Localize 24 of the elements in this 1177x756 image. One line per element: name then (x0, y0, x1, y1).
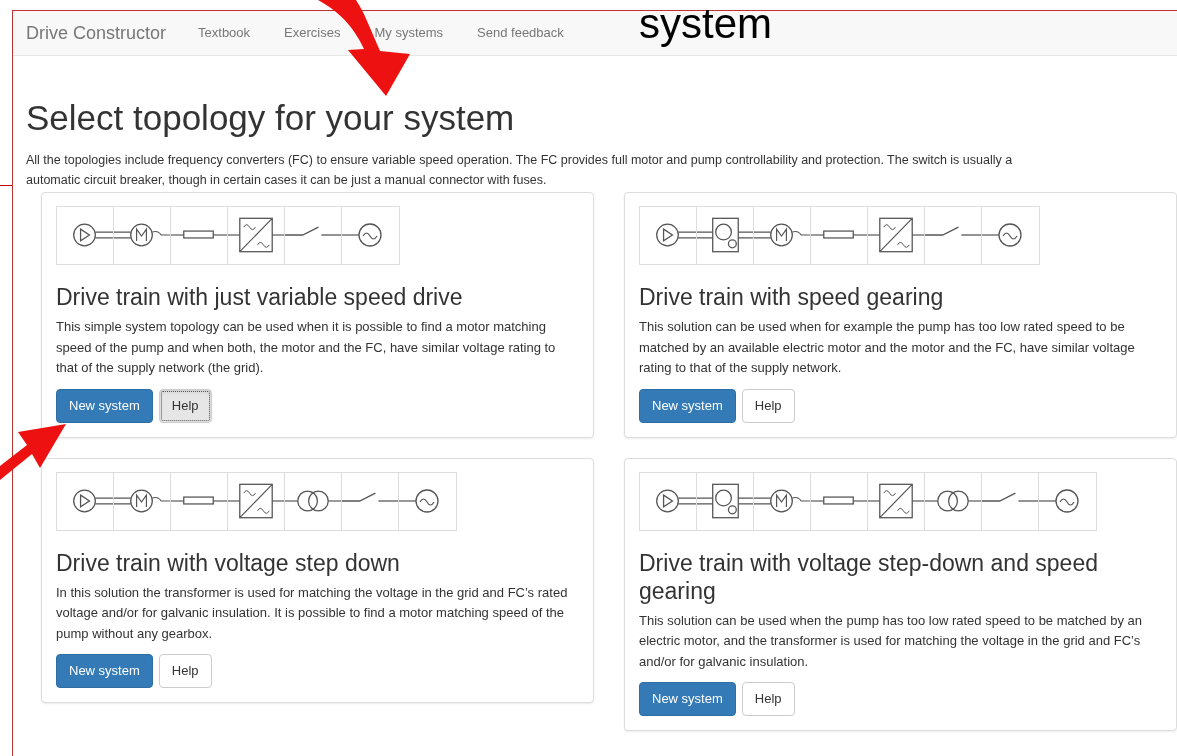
new-system-button[interactable]: New system (56, 654, 153, 688)
new-system-button[interactable]: New system (639, 388, 736, 423)
new-system-button[interactable]: New system (56, 388, 153, 423)
card-description: In this solution the transformer is used for matching the voltage in the grid and FC’s rated voltage and/or for galvanic insulation. It is possible to find a motor matching speed of the pump without any gearbox. (56, 583, 569, 643)
help-button[interactable]: Help (158, 388, 212, 423)
help-button[interactable]: Help (741, 682, 795, 716)
card-title: Drive train with just variable speed drive (56, 283, 464, 311)
card-title: Drive train with speed gearing (639, 283, 945, 311)
nav-link[interactable]: My systems (374, 23, 444, 43)
nav-link[interactable]: Textbook (198, 23, 251, 43)
card-description: This simple system topology can be used when it is possible to find a motor matching speed of the pump and when both, the motor and the FC, have similar voltage rating to that of the supply network (the grid). (56, 318, 557, 377)
brand-name[interactable]: Drive Constructor (26, 19, 167, 47)
slide-caption: system (639, 0, 772, 48)
card-title: Drive train with voltage step down (56, 548, 401, 577)
help-button[interactable]: Help (741, 388, 795, 423)
card-description: This solution can be used when the pump has too low rated speed to be matched by an electric motor, and the transformer is used for matching the voltage in the grid and FC’s and/or for galvanic insulation. (639, 611, 1143, 671)
card-title: Drive train with voltage step-down and speed gearing (639, 548, 1099, 605)
nav-link[interactable]: Exercises (284, 23, 341, 43)
page-heading: Select topology for your system (26, 98, 516, 138)
new-system-button[interactable]: New system (639, 682, 736, 716)
card-description: This solution can be used when for example the pump has too low rated speed to be matched by an available electric motor and the motor and the FC, have similar voltage rating to that of the supply network. (639, 318, 1136, 377)
help-button[interactable]: Help (158, 654, 212, 688)
intro-paragraph: All the topologies include frequency converters (FC) to ensure variable speed operation. The FC provides full motor and pump controllability and protection. The switch is usually a automatic circuit breaker, though in certain cases it can be just a manual connector with fuses. (26, 152, 1014, 189)
nav-link[interactable]: Send feedback (477, 23, 564, 43)
